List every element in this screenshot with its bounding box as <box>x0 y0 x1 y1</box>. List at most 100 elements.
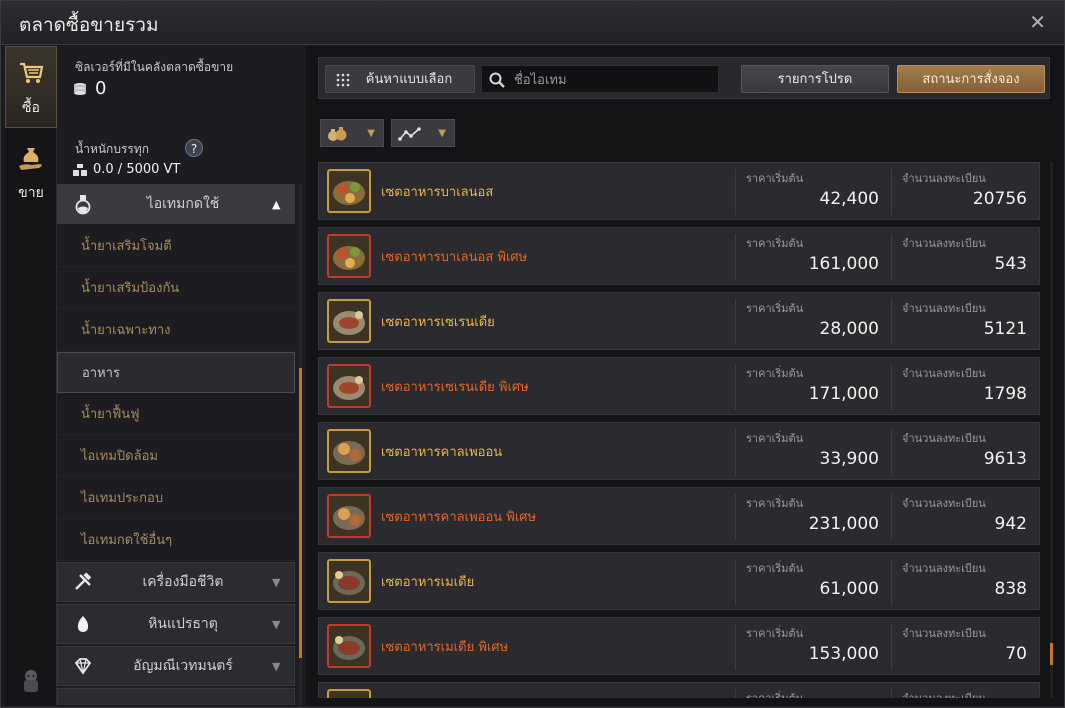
tab-buy[interactable]: ซื้อ <box>5 46 57 128</box>
market-item-row[interactable]: เซตอาหารเมเดีย ราคาเริ่มต้น 61,000 จำนวนล… <box>318 552 1040 610</box>
select-search-label: ค้นหาแบบเลือก <box>365 72 453 87</box>
registered-count-value: 543 <box>994 254 1027 274</box>
market-item-row[interactable]: เซตอาหารเซเรนเดีย ราคาเริ่มต้น 28,000 จำน… <box>318 292 1040 350</box>
base-price-value: 171,000 <box>808 384 879 404</box>
base-price-value: 42,400 <box>819 189 879 209</box>
item-name: เซตอาหารเมเดีย พิเศษ <box>381 640 509 655</box>
registered-count-label: จำนวนลงทะเบียน <box>902 689 986 698</box>
base-price-value: 33,900 <box>819 449 879 469</box>
cart-icon <box>20 62 44 83</box>
market-item-list: เซตอาหารบาเลนอส ราคาเริ่มต้น 42,400 จำนวน… <box>318 162 1040 698</box>
money-bag-hand-icon <box>19 148 42 170</box>
category-partial[interactable] <box>57 688 295 705</box>
category-label: หินแปรธาตุ <box>148 616 218 632</box>
tab-buy-label: ซื้อ <box>22 100 40 116</box>
close-icon[interactable]: ✕ <box>1029 10 1046 34</box>
tab-sell-label: ขาย <box>18 185 44 201</box>
base-price-value: 61,000 <box>819 579 879 599</box>
registered-count-cell: จำนวนลงทะเบียน 838 <box>891 559 1037 605</box>
registered-count-cell: จำนวนลงทะเบียน 5121 <box>891 299 1037 345</box>
registered-count-value: 1798 <box>983 384 1027 404</box>
category-magic-crystal[interactable]: อัญมณีเวทมนตร์ ▼ <box>57 646 295 686</box>
category-consumables[interactable]: ไอเทมกดใช้ ▲ <box>57 184 295 224</box>
market-item-row[interactable]: เซตอาหารบาเลนอส พิเศษ ราคาเริ่มต้น 161,00… <box>318 227 1040 285</box>
bag-filter-dropdown[interactable]: ▼ <box>320 119 384 147</box>
item-name: เซตอาหารเซเรนเดีย <box>381 315 495 330</box>
favorites-button[interactable]: รายการโปรด <box>741 65 889 93</box>
base-price-cell: ราคาเริ่มต้น 161,000 <box>735 234 889 280</box>
base-price-cell: ราคาเริ่มต้น 171,000 <box>735 364 889 410</box>
expand-arrow-icon: ▼ <box>272 617 281 631</box>
tab-sell[interactable]: ขาย <box>5 132 57 214</box>
category-scrollbar-thumb[interactable] <box>299 368 302 658</box>
item-name: เซตอาหารบาเลนอส พิเศษ <box>381 250 528 265</box>
item-search-box[interactable] <box>481 65 719 93</box>
registered-count-value: 838 <box>994 579 1027 599</box>
item-name: เซตอาหารเซเรนเดีย พิเศษ <box>381 380 529 395</box>
registered-count-cell: จำนวนลงทะเบียน 1798 <box>891 364 1037 410</box>
title-bar[interactable]: ตลาดซื้อขายรวม ✕ <box>1 1 1064 45</box>
tab-strip: ซื้อ ขาย <box>5 46 57 705</box>
search-icon <box>489 72 505 88</box>
select-search-button[interactable]: ค้นหาแบบเลือก <box>325 65 475 93</box>
item-name: เซตอาหารคาลเพออน <box>381 445 503 460</box>
subcategory-special-elixir[interactable]: น้ำยาเฉพาะทาง <box>57 310 295 351</box>
egg-stone-icon <box>77 616 89 632</box>
window-title: ตลาดซื้อขายรวม <box>19 14 159 36</box>
subcategory-attack-elixir[interactable]: น้ำยาเสริมโจมตี <box>57 226 295 267</box>
registered-count-label: จำนวนลงทะเบียน <box>902 367 986 380</box>
helper-npc-icon[interactable] <box>17 666 45 694</box>
food-set-thumbnail-icon <box>327 234 371 278</box>
subcategory-recovery[interactable]: น้ำยาฟื้นฟู <box>57 394 295 435</box>
registered-count-label: จำนวนลงทะเบียน <box>902 302 986 315</box>
help-icon[interactable]: ? <box>185 139 203 157</box>
market-item-row[interactable]: เซตอาหารบาเลนอส ราคาเริ่มต้น 42,400 จำนวน… <box>318 162 1040 220</box>
subcategory-crafting[interactable]: ไอเทมประกอบ <box>57 478 295 519</box>
item-name-input[interactable] <box>514 69 714 91</box>
food-set-thumbnail-icon <box>327 624 371 668</box>
item-list-area: ค้นหาแบบเลือก รายการโปรด สถานะการสั่งจอง… <box>306 46 1064 705</box>
category-label: เครื่องมือชีวิต <box>142 574 224 590</box>
tools-icon <box>75 572 92 590</box>
money-bag-icon <box>328 127 347 141</box>
market-item-row[interactable]: เซตอาหารเมเดีย พิเศษ ราคาเริ่มต้น 153,000… <box>318 617 1040 675</box>
registered-count-value: 5121 <box>983 319 1027 339</box>
order-status-button[interactable]: สถานะการสั่งจอง <box>897 65 1045 93</box>
market-item-row[interactable]: เซตอาหารคาลเพออน ราคาเริ่มต้น 33,900 จำนว… <box>318 422 1040 480</box>
item-list-scrollbar-thumb[interactable] <box>1050 643 1053 665</box>
registered-count-value: 70 <box>1005 644 1027 664</box>
weight-label: น้ำหนักบรรทุก <box>75 142 150 156</box>
subcategory-food[interactable]: อาหาร <box>57 352 295 393</box>
registered-count-cell: จำนวนลงทะเบียน 942 <box>891 494 1037 540</box>
market-item-row[interactable]: ราคาเริ่มต้น จำนวนลงทะเบียน <box>318 682 1040 698</box>
weight-amount: 0.0 / 5000 VT <box>73 162 180 177</box>
item-list-scrollbar-track[interactable] <box>1050 162 1053 698</box>
market-item-row[interactable]: เซตอาหารเซเรนเดีย พิเศษ ราคาเริ่มต้น 171,… <box>318 357 1040 415</box>
food-set-thumbnail-icon <box>327 299 371 343</box>
weight-icon <box>73 163 87 176</box>
registered-count-value: 942 <box>994 514 1027 534</box>
trend-filter-dropdown[interactable]: ▼ <box>391 119 455 147</box>
diamond-icon <box>74 658 92 675</box>
base-price-label: ราคาเริ่มต้น <box>746 689 803 698</box>
subcategory-other-consumables[interactable]: ไอเทมกดใช้อื่นๆ <box>57 520 295 561</box>
category-alchemy-stone[interactable]: หินแปรธาตุ ▼ <box>57 604 295 644</box>
registered-count-label: จำนวนลงทะเบียน <box>902 497 986 510</box>
subcategory-siege[interactable]: ไอเทมปิดล้อม <box>57 436 295 477</box>
base-price-value: 28,000 <box>819 319 879 339</box>
subcategory-defense-elixir[interactable]: น้ำยาเสริมป้องกัน <box>57 268 295 309</box>
weight-value: 0.0 / 5000 VT <box>93 162 181 177</box>
food-set-thumbnail-icon <box>327 169 371 213</box>
base-price-label: ราคาเริ่มต้น <box>746 497 804 510</box>
potion-icon <box>75 195 91 215</box>
dropdown-arrow-icon: ▼ <box>438 128 446 139</box>
registered-count-value: 20756 <box>972 189 1027 209</box>
market-item-row[interactable]: เซตอาหารคาลเพออน พิเศษ ราคาเริ่มต้น 231,0… <box>318 487 1040 545</box>
food-set-thumbnail-icon <box>327 364 371 408</box>
market-window: ตลาดซื้อขายรวม ✕ ซื้อ ขาย ซิลเวอร์ที่มีใ… <box>0 0 1065 708</box>
food-set-thumbnail-icon <box>327 429 371 473</box>
registered-count-cell: จำนวนลงทะเบียน 20756 <box>891 169 1037 215</box>
trend-graph-icon <box>398 127 421 141</box>
collapse-arrow-icon: ▲ <box>272 197 281 211</box>
category-life-tools[interactable]: เครื่องมือชีวิต ▼ <box>57 562 295 602</box>
